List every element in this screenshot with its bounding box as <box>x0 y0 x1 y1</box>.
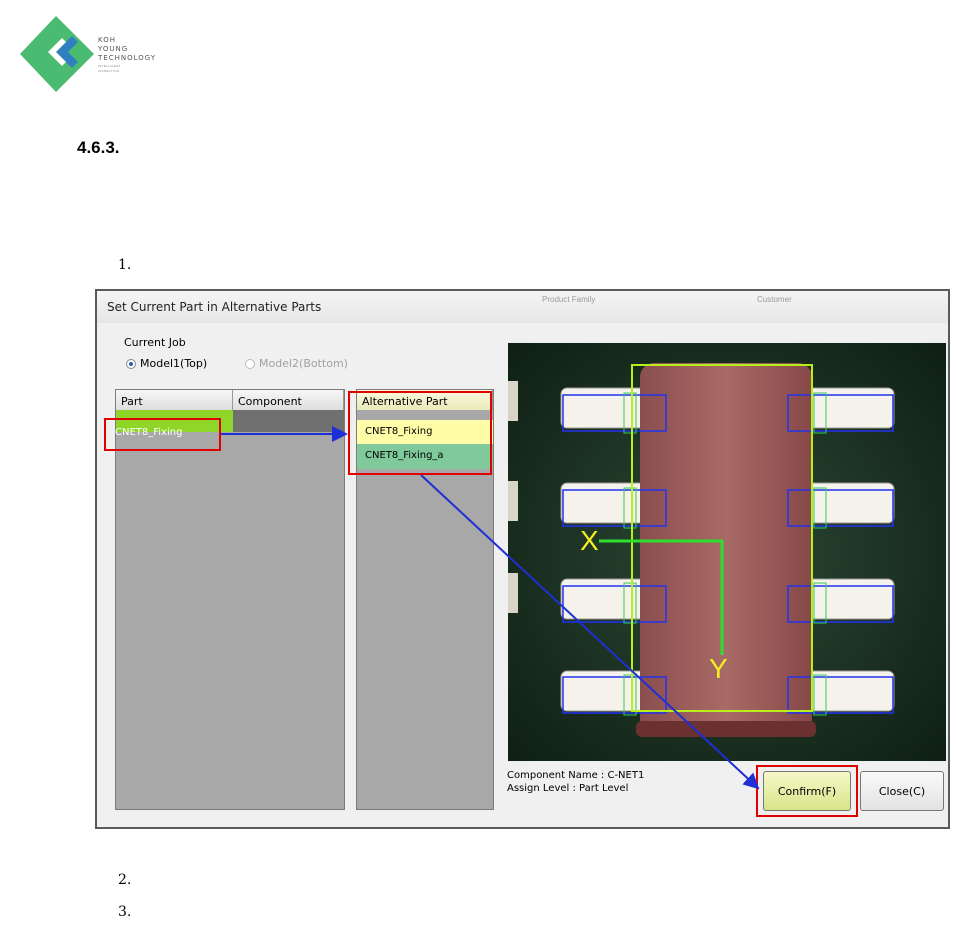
dialog-window: Set Current Part in Alternative Parts Pr… <box>95 289 950 829</box>
logo-mark-icon <box>20 16 94 92</box>
step-3-number: 3. <box>118 904 132 920</box>
company-logo: KOH YOUNG TECHNOLOGY INTELLIGENT INSPECT… <box>18 14 188 94</box>
logo-text-line3: TECHNOLOGY <box>98 54 157 62</box>
logo-text-line1: KOH <box>98 36 116 44</box>
logo-tagline2: INSPECTION <box>98 69 120 73</box>
annotation-arrows <box>221 426 760 790</box>
logo-text-line2: YOUNG <box>98 45 129 53</box>
step-2-number: 2. <box>118 872 132 888</box>
section-number: 4.6.3. <box>77 138 120 157</box>
step-1-number: 1. <box>118 257 132 273</box>
logo-tagline1: INTELLIGENT <box>98 64 121 68</box>
arrow-alternative-to-confirm <box>420 474 760 790</box>
